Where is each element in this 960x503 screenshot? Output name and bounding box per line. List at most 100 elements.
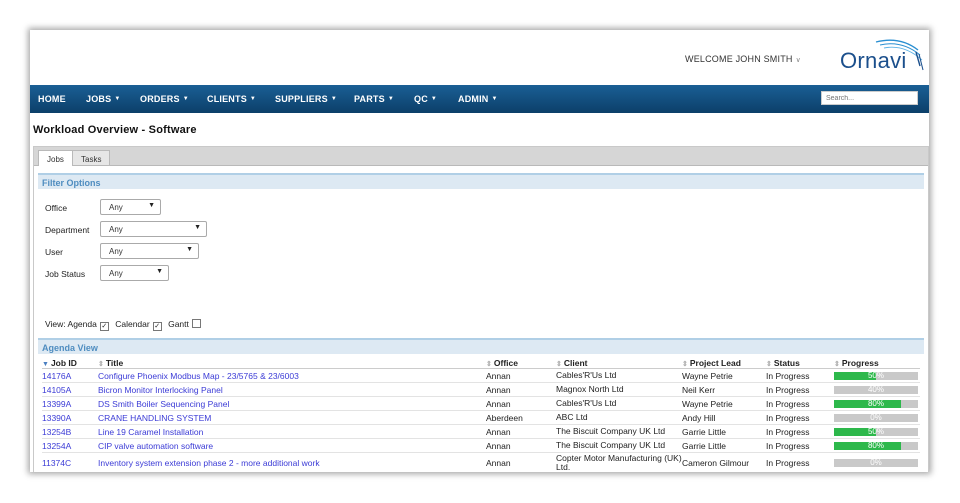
status-cell: In Progress [766, 382, 834, 397]
main-nav: HOME JOBS ▼ ORDERS ▼ CLIENTS ▼ SUPPLIERS ▼ P… [30, 85, 929, 113]
agenda-view-header: Agenda View [38, 338, 924, 354]
col-header-office[interactable]: ⇕ Office [486, 357, 556, 369]
col-header-project-lead[interactable]: ⇕ Project Lead [682, 357, 766, 369]
table-row[interactable]: 13254A CIP valve automation software Annan… [42, 438, 920, 453]
progress-bar: 40% [834, 384, 918, 394]
table-row[interactable]: 13399A DS Smith Boiler Sequencing Panel An… [42, 396, 920, 411]
job-title-link[interactable]: Inventory system extension phase 2 - mor… [98, 452, 486, 472]
nav-parts[interactable]: PARTS ▼ [354, 94, 394, 104]
office-select[interactable]: Any ▼ [100, 199, 161, 215]
office-cell: Annan [486, 452, 556, 472]
job-title-link[interactable]: Line 19 Caramel Installation [98, 424, 486, 439]
nav-admin[interactable]: ADMIN ▼ [458, 94, 498, 104]
col-header-progress[interactable]: ⇕ Progress [834, 357, 920, 369]
sort-icon: ⇕ [556, 360, 562, 368]
col-header-job-id[interactable]: ▼ Job ID [42, 357, 98, 369]
workload-panel: Jobs Tasks Filter Options Office Any ▼ De… [33, 146, 929, 472]
nav-orders[interactable]: ORDERS ▼ [140, 94, 189, 104]
col-label: Project Lead [689, 357, 741, 368]
col-label: Progress [841, 357, 879, 368]
progress-bar: 80% [834, 440, 918, 450]
nav-jobs[interactable]: JOBS ▼ [86, 94, 120, 104]
view-agenda-label: View: Agenda [45, 319, 97, 329]
table-row[interactable]: 11374C Inventory system extension phase 2… [42, 452, 920, 472]
client-cell: Copter Motor Manufacturing (UK) Ltd. [556, 452, 682, 472]
status-cell: In Progress [766, 438, 834, 453]
table-header-row: ▼ Job ID ⇕ Title ⇕ Office ⇕ Client ⇕ Project … [42, 357, 920, 369]
progress-cell: 50% [834, 424, 920, 439]
sort-icon: ⇕ [682, 360, 688, 368]
nav-home[interactable]: HOME [38, 94, 66, 104]
caret-down-icon: ▼ [182, 96, 189, 102]
user-select[interactable]: Any ▼ [100, 243, 199, 259]
sort-desc-icon: ▼ [42, 360, 49, 368]
agenda-table-body: 14176A Configure Phoenix Modbus Map - 23/… [42, 368, 920, 472]
project-lead-cell: Wayne Petrie [682, 368, 766, 383]
nav-qc[interactable]: QC ▼ [414, 94, 437, 104]
table-row[interactable]: 13254B Line 19 Caramel Installation Annan T… [42, 424, 920, 439]
table-row[interactable]: 14176A Configure Phoenix Modbus Map - 23/… [42, 368, 920, 383]
col-header-title[interactable]: ⇕ Title [98, 357, 486, 369]
office-cell: Annan [486, 368, 556, 383]
job-title-link[interactable]: CIP valve automation software [98, 438, 486, 453]
job-id-link[interactable]: 14105A [42, 382, 98, 397]
job-id-link[interactable]: 14176A [42, 368, 98, 383]
col-header-client[interactable]: ⇕ Client [556, 357, 682, 369]
tab-jobs[interactable]: Jobs [38, 150, 73, 166]
project-lead-cell: Andy Hill [682, 410, 766, 425]
job-title-link[interactable]: Bicron Monitor Interlocking Panel [98, 382, 486, 397]
nav-label: ADMIN [458, 94, 489, 104]
nav-label: PARTS [354, 94, 385, 104]
job-id-link[interactable]: 13399A [42, 396, 98, 411]
table-row[interactable]: 14105A Bicron Monitor Interlocking Panel A… [42, 382, 920, 397]
caret-down-icon: ▼ [430, 96, 438, 102]
search-input[interactable] [821, 91, 918, 105]
agenda-checkbox[interactable]: ✓ [99, 322, 109, 331]
progress-label: 50% [867, 370, 884, 380]
dropdown-arrow-icon: ▼ [194, 224, 201, 231]
client-cell: The Biscuit Company UK Ltd [556, 424, 682, 439]
user-menu[interactable]: WELCOME JOHN SMITH ∨ [685, 54, 801, 64]
progress-cell: 80% [834, 396, 920, 411]
ornavi-logo[interactable]: Ornavi [838, 36, 924, 78]
job-id-link[interactable]: 13254A [42, 438, 98, 453]
app-window: WELCOME JOHN SMITH ∨ Ornavi HOME JOBS ▼ OR… [30, 30, 929, 472]
client-cell: Cables'R'Us Ltd [556, 368, 682, 383]
dropdown-arrow-icon: ▼ [148, 202, 155, 209]
nav-clients[interactable]: CLIENTS ▼ [207, 94, 256, 104]
chevron-down-icon: ∨ [795, 57, 801, 64]
office-cell: Annan [486, 424, 556, 439]
agenda-table: ▼ Job ID ⇕ Title ⇕ Office ⇕ Client ⇕ Project … [42, 357, 920, 472]
nav-suppliers[interactable]: SUPPLIERS ▼ [275, 94, 337, 104]
select-value: Any [109, 247, 123, 256]
gantt-checkbox[interactable] [191, 319, 201, 328]
progress-label: 40% [867, 384, 884, 394]
progress-cell: 50% [834, 368, 920, 383]
project-lead-cell: Wayne Petrie [682, 396, 766, 411]
select-value: Any [109, 225, 123, 234]
col-header-status[interactable]: ⇕ Status [766, 357, 834, 369]
client-cell: ABC Ltd [556, 410, 682, 425]
table-row[interactable]: 13390A CRANE HANDLING SYSTEM Aberdeen ABC L… [42, 410, 920, 425]
progress-label: 80% [867, 440, 884, 450]
progress-label: 0% [870, 458, 882, 467]
job-title-link[interactable]: Configure Phoenix Modbus Map - 23/5765 &… [98, 368, 486, 383]
view-options: View: Agenda ✓ Calendar ✓ Gantt [45, 319, 205, 331]
nav-label: HOME [38, 94, 66, 104]
job-id-link[interactable]: 13254B [42, 424, 98, 439]
job-id-link[interactable]: 13390A [42, 410, 98, 425]
dropdown-arrow-icon: ▼ [156, 268, 163, 275]
office-label: Office [45, 203, 68, 213]
department-select[interactable]: Any ▼ [100, 221, 207, 237]
tab-tasks[interactable]: Tasks [72, 150, 111, 165]
filter-options-header: Filter Options [38, 173, 924, 189]
col-label: Status [773, 357, 800, 368]
job-status-select[interactable]: Any ▼ [100, 265, 169, 281]
office-cell: Annan [486, 382, 556, 397]
job-title-link[interactable]: CRANE HANDLING SYSTEM [98, 410, 486, 425]
calendar-checkbox[interactable]: ✓ [152, 322, 162, 331]
job-id-link[interactable]: 11374C [42, 452, 98, 472]
user-label: User [45, 247, 63, 257]
col-label: Office [493, 357, 518, 368]
job-title-link[interactable]: DS Smith Boiler Sequencing Panel [98, 396, 486, 411]
